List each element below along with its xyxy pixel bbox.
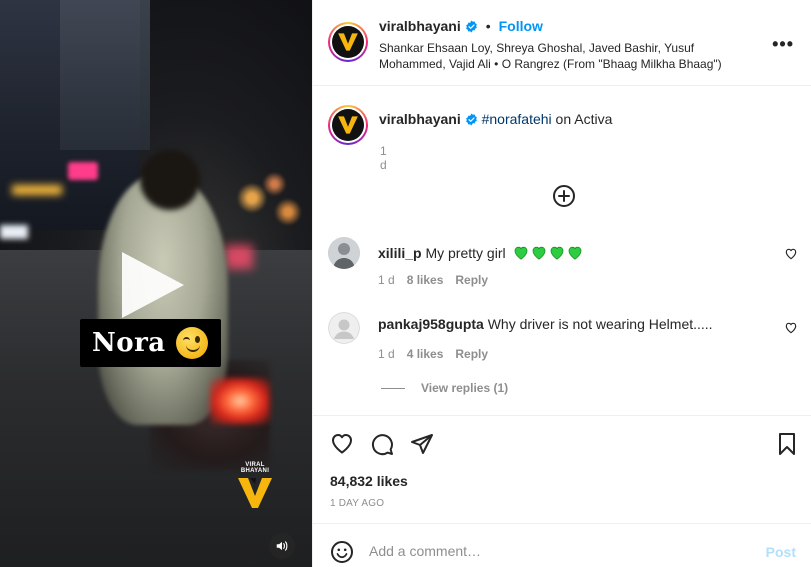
commenter-username[interactable]: xilili_p	[378, 245, 422, 261]
post-timestamp[interactable]: 1 DAY AGO	[330, 498, 384, 509]
post-comment-button[interactable]: Post	[766, 544, 796, 560]
video-scene-building	[60, 0, 150, 150]
play-icon[interactable]	[122, 252, 184, 318]
reel-video[interactable]: Nora VIRAL BHAYANI	[0, 0, 312, 567]
view-replies-line	[381, 387, 405, 389]
watermark-v-logo-icon	[238, 478, 272, 508]
comment-time[interactable]: 1 d	[378, 347, 395, 361]
post-header: viralbhayani • Follow Shankar Ehsaan Loy…	[313, 0, 811, 86]
audio-track-link[interactable]: Shankar Ehsaan Loy, Shreya Ghoshal, Jave…	[379, 40, 759, 72]
comment-input[interactable]	[369, 538, 749, 564]
comment-time[interactable]: 1 d	[378, 273, 395, 287]
caption-hashtag[interactable]: #norafatehi	[482, 111, 552, 127]
follow-button[interactable]: Follow	[499, 18, 543, 34]
comment-body: xilili_p My pretty girl	[378, 245, 583, 261]
emoji-picker-icon[interactable]	[330, 540, 354, 564]
winking-face-emoji-icon	[175, 327, 208, 359]
commenter-avatar[interactable]	[328, 237, 360, 269]
view-replies-label: View replies (1)	[421, 381, 509, 395]
video-caption-text: Nora	[92, 328, 166, 358]
comment-item: xilili_p My pretty girl 1 d 8 likes Repl…	[328, 237, 798, 297]
caption-time: 1 d	[380, 144, 387, 172]
caption-body: on Activa	[551, 111, 613, 127]
comment-item: pankaj958gupta Why driver is not wearing…	[328, 312, 798, 402]
caption-author-avatar[interactable]	[328, 105, 368, 145]
video-caption-overlay: Nora	[80, 319, 221, 367]
plus-circle-icon	[553, 185, 575, 207]
comment-likes[interactable]: 4 likes	[407, 347, 444, 361]
reply-button[interactable]: Reply	[455, 347, 488, 361]
sound-toggle-button[interactable]	[269, 533, 295, 559]
comment-bubble-icon[interactable]	[370, 432, 394, 456]
comment-likes[interactable]: 8 likes	[407, 273, 444, 287]
verified-badge-icon	[465, 113, 477, 126]
green-heart-icon	[515, 246, 528, 260]
comment-meta: 1 d 8 likes Reply	[378, 273, 488, 287]
comment-body: pankaj958gupta Why driver is not wearing…	[378, 316, 713, 332]
user-photo-avatar-icon	[328, 237, 360, 269]
video-scene-lights	[225, 170, 312, 240]
author-avatar[interactable]	[328, 22, 368, 62]
green-heart-icon	[569, 246, 582, 260]
bookmark-save-icon[interactable]	[775, 432, 799, 456]
video-scene-light	[225, 245, 253, 269]
video-scene-neon	[12, 185, 62, 195]
comment-meta: 1 d 4 likes Reply	[378, 347, 488, 361]
likes-count[interactable]: 84,832 likes	[330, 473, 408, 489]
commenter-avatar[interactable]	[328, 312, 360, 344]
share-send-icon[interactable]	[410, 432, 434, 456]
post-actions: 84,832 likes 1 DAY AGO	[313, 415, 811, 523]
viral-bhayani-logo-icon	[338, 33, 358, 51]
verified-badge-icon	[465, 20, 477, 32]
viral-bhayani-watermark: VIRAL BHAYANI	[233, 462, 277, 508]
caption-username[interactable]: viralbhayani	[379, 111, 461, 127]
separator-dot: •	[485, 18, 491, 34]
video-scene-taillight	[210, 378, 270, 424]
video-scene-neon	[68, 162, 98, 180]
add-comment-bar: Post	[313, 523, 811, 567]
caption-text: viralbhayani #norafatehi on Activa	[379, 111, 799, 127]
default-avatar-icon	[328, 312, 360, 344]
reply-button[interactable]: Reply	[455, 273, 488, 287]
author-username[interactable]: viralbhayani	[379, 18, 461, 34]
video-scene-light	[0, 225, 28, 239]
comment-text: My pretty girl	[425, 245, 506, 261]
watermark-text: VIRAL BHAYANI	[240, 462, 270, 474]
like-heart-icon[interactable]	[330, 432, 354, 456]
viral-bhayani-logo-icon	[338, 116, 358, 134]
comment-like-heart-icon[interactable]	[784, 247, 798, 261]
green-heart-icon	[533, 246, 546, 260]
view-replies-button[interactable]: View replies (1)	[381, 381, 508, 395]
green-hearts-emoji	[513, 245, 583, 260]
commenter-username[interactable]: pankaj958gupta	[378, 316, 484, 332]
load-more-comments-button[interactable]	[552, 184, 576, 208]
author-line: viralbhayani • Follow	[379, 18, 543, 34]
comment-text: Why driver is not wearing Helmet.....	[487, 316, 713, 332]
comment-like-heart-icon[interactable]	[784, 321, 798, 335]
speaker-icon	[276, 541, 288, 551]
comments-section[interactable]: viralbhayani #norafatehi on Activa 1 d x	[313, 87, 811, 415]
video-scene-rider-head	[140, 150, 200, 210]
more-options-icon[interactable]: •••	[772, 34, 794, 55]
post-panel: viralbhayani • Follow Shankar Ehsaan Loy…	[312, 0, 811, 567]
green-heart-icon	[551, 246, 564, 260]
